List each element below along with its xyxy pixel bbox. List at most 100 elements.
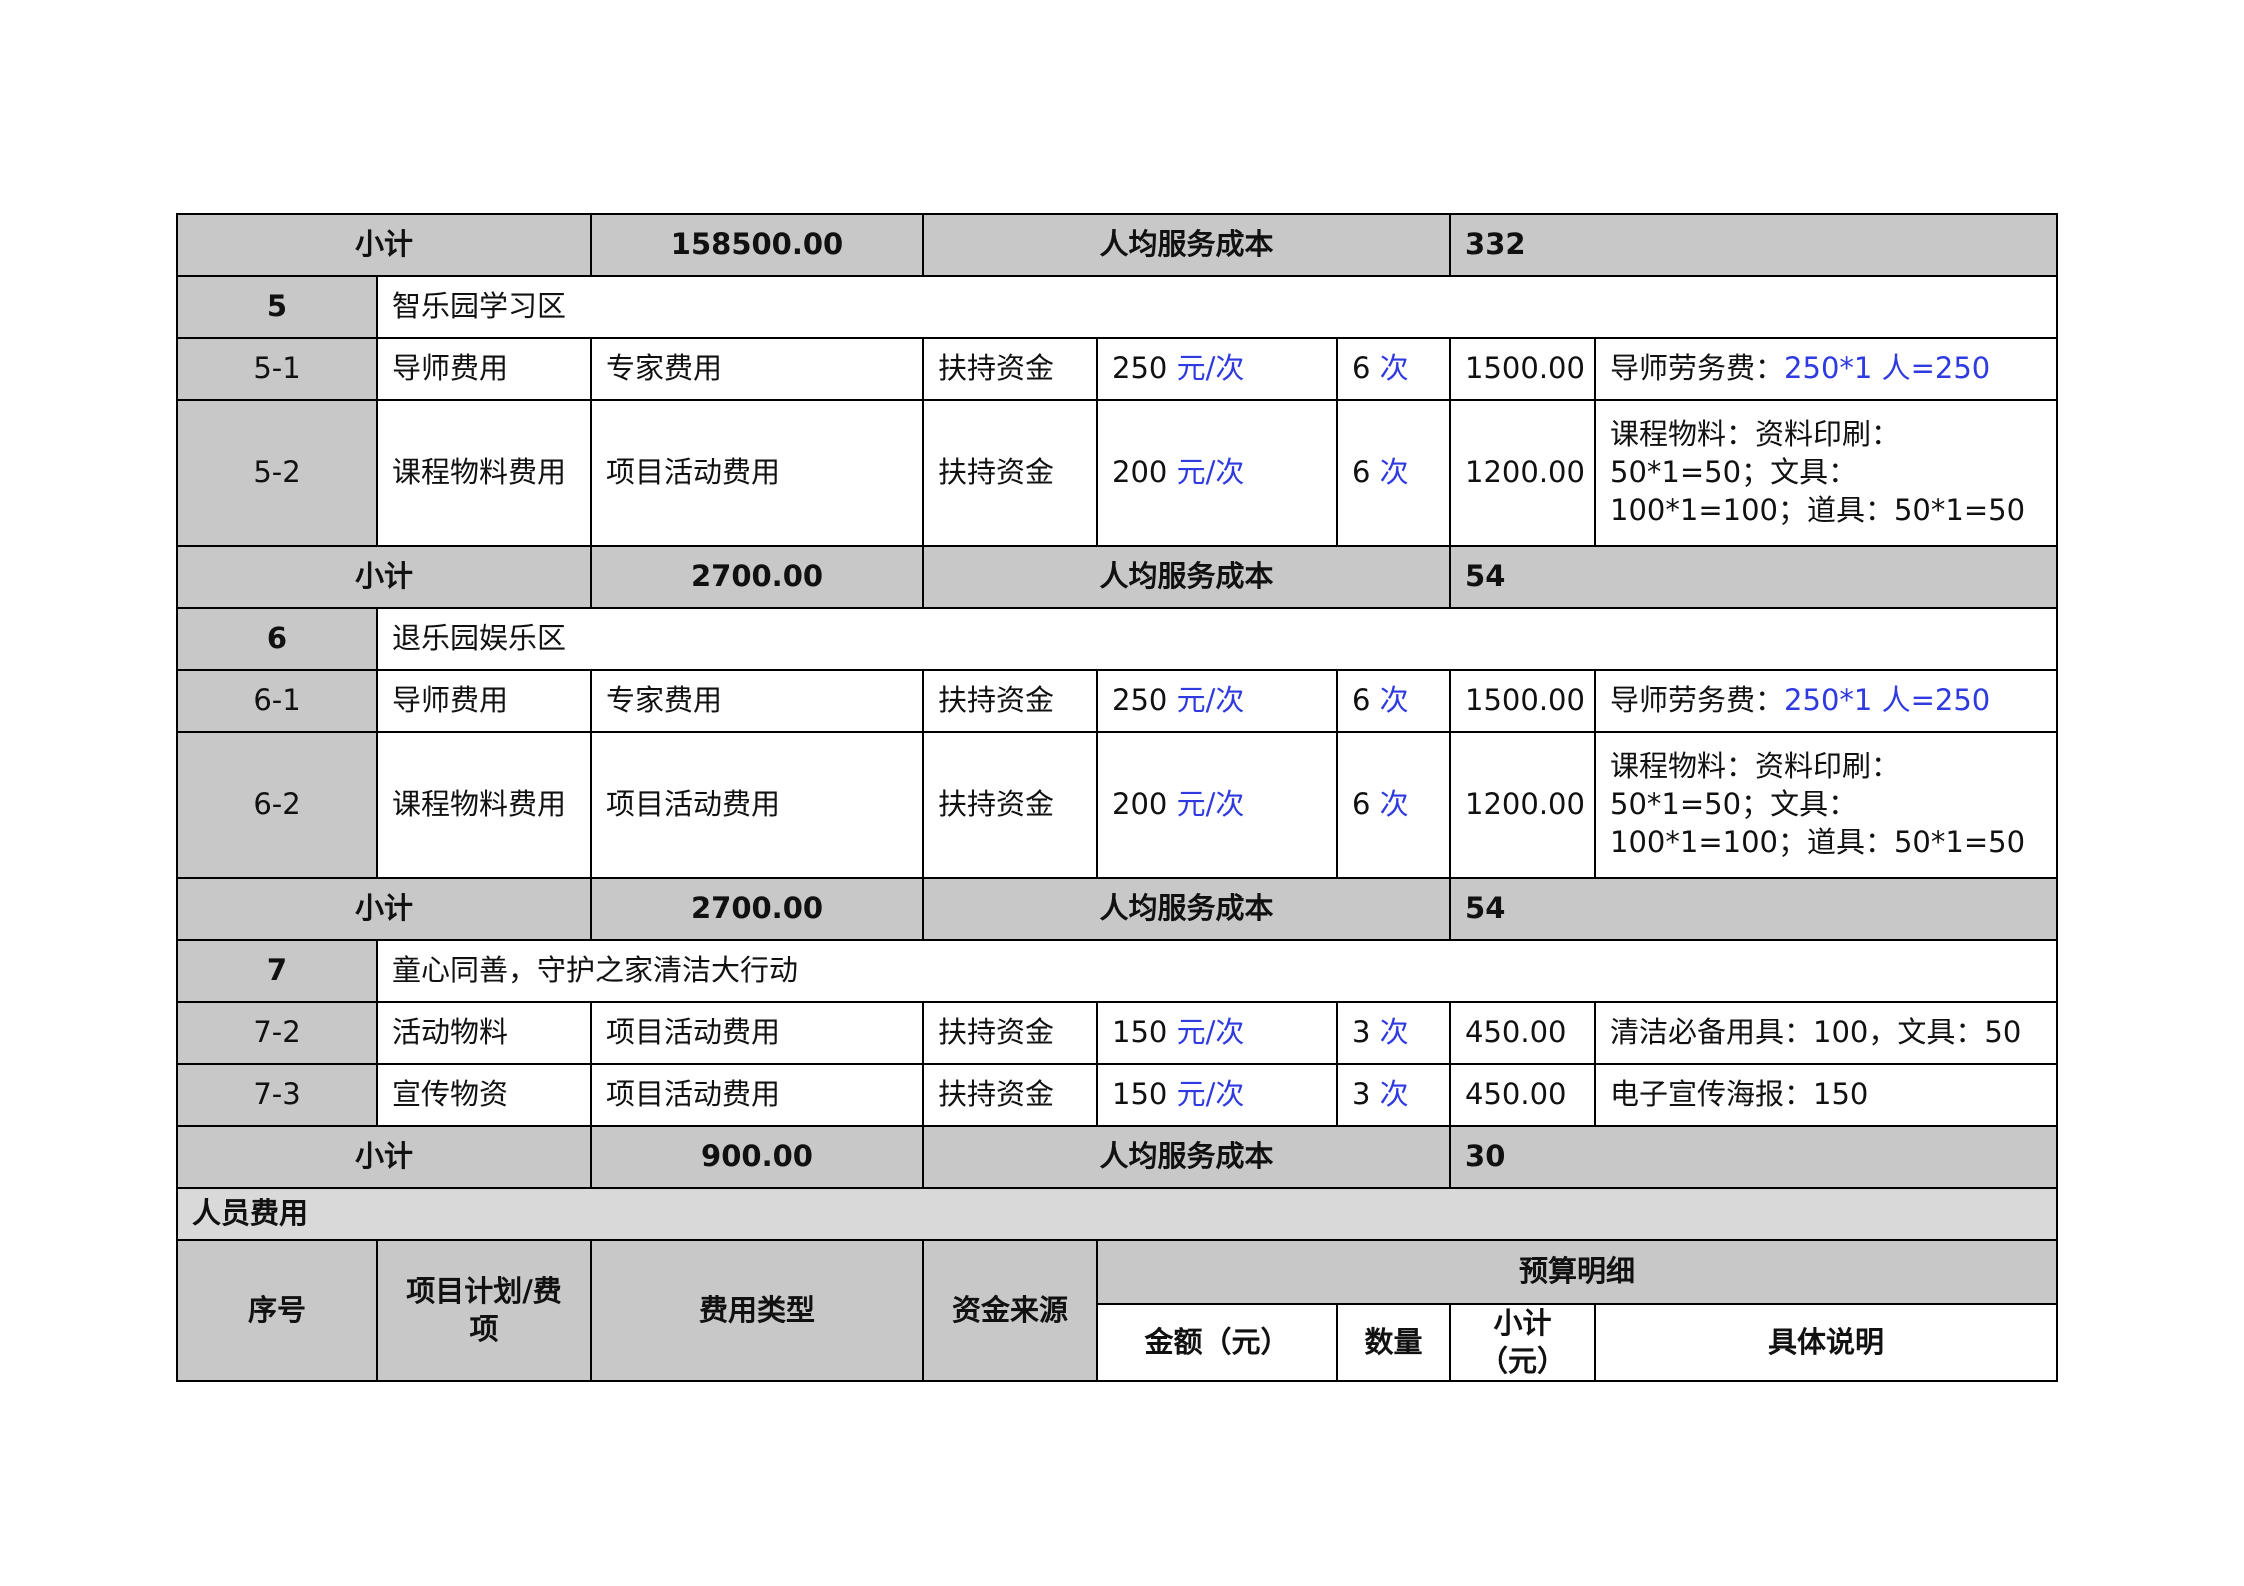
section-title: 退乐园娱乐区 (375, 607, 2059, 671)
price-unit: 元/次 (1167, 351, 1245, 386)
header-source: 资金来源 (922, 1238, 1099, 1383)
per-capita-cost-label: 人均服务成本 (922, 1125, 1452, 1189)
section-index: 6 (176, 607, 378, 671)
subtotal-label: 小计 (175, 213, 593, 277)
header-type: 费用类型 (590, 1238, 925, 1383)
subtotal-amount: 2700.00 (590, 545, 925, 609)
qty-unit: 次 (1370, 1077, 1409, 1112)
desc-text: 导师劳务费： (1610, 683, 1785, 718)
row-type: 项目活动费用 (590, 731, 925, 879)
row-description: 课程物料：资料印刷：50*1=50；文具：100*1=100；道具：50*1=5… (1594, 399, 2059, 547)
price-unit: 元/次 (1167, 683, 1245, 718)
per-capita-cost-value: 332 (1449, 213, 2059, 277)
price-value: 200 (1112, 455, 1168, 490)
desc-text: 导师劳务费： (1610, 351, 1785, 386)
qty-value: 6 (1352, 455, 1371, 490)
row-qty: 3 次 (1336, 1001, 1452, 1065)
row-subtotal: 450.00 (1449, 1001, 1597, 1065)
table-row: 6-2 课程物料费用 项目活动费用 扶持资金 200 元/次 6 次 1200.… (176, 731, 2059, 879)
row-price: 150 元/次 (1096, 1001, 1339, 1065)
row-id: 7-3 (176, 1063, 378, 1127)
row-description: 电子宣传海报：150 (1594, 1063, 2059, 1127)
table-row: 7-2 活动物料 项目活动费用 扶持资金 150 元/次 3 次 450.00 … (176, 1001, 2059, 1065)
budget-table: 小计 158500.00 人均服务成本 332 5 智乐园学习区 5-1 导师费… (175, 213, 2059, 1383)
per-capita-cost-label: 人均服务成本 (922, 213, 1452, 277)
row-price: 200 元/次 (1096, 731, 1339, 879)
header-desc: 具体说明 (1594, 1302, 2059, 1383)
section-index: 7 (176, 939, 378, 1003)
row-id: 7-2 (176, 1001, 378, 1065)
row-source: 扶持资金 (922, 1001, 1099, 1065)
price-value: 250 (1112, 351, 1168, 386)
subtotal-label: 小计 (175, 545, 593, 609)
row-description: 课程物料：资料印刷：50*1=50；文具：100*1=100；道具：50*1=5… (1594, 731, 2059, 879)
section-title: 童心同善，守护之家清洁大行动 (375, 939, 2059, 1003)
row-item: 课程物料费用 (375, 399, 593, 547)
table-row: 7-3 宣传物资 项目活动费用 扶持资金 150 元/次 3 次 450.00 … (176, 1063, 2059, 1127)
qty-unit: 次 (1370, 1015, 1409, 1050)
subtotal-row: 小计 900.00 人均服务成本 30 (175, 1125, 2059, 1189)
qty-unit: 次 (1370, 351, 1409, 386)
qty-unit: 次 (1370, 787, 1409, 822)
table-row: 5-1 导师费用 专家费用 扶持资金 250 元/次 6 次 1500.00 导… (176, 337, 2059, 401)
row-type: 专家费用 (590, 337, 925, 401)
row-id: 6-2 (176, 731, 378, 879)
subtotal-row: 小计 2700.00 人均服务成本 54 (175, 545, 2059, 609)
row-item: 导师费用 (375, 669, 593, 733)
subtotal-label: 小计 (175, 877, 593, 941)
row-description: 导师劳务费：250*1 人=250 (1594, 337, 2059, 401)
row-price: 200 元/次 (1096, 399, 1339, 547)
row-price: 250 元/次 (1096, 337, 1339, 401)
qty-unit: 次 (1370, 455, 1409, 490)
row-item: 导师费用 (375, 337, 593, 401)
row-type: 专家费用 (590, 669, 925, 733)
subtotal-amount: 2700.00 (590, 877, 925, 941)
row-type: 项目活动费用 (590, 1063, 925, 1127)
per-capita-cost-value: 30 (1449, 1125, 2059, 1189)
row-subtotal: 1500.00 (1449, 337, 1597, 401)
header-item: 项目计划/费项 (375, 1238, 593, 1383)
row-source: 扶持资金 (922, 399, 1099, 547)
row-source: 扶持资金 (922, 337, 1099, 401)
row-id: 5-1 (176, 337, 378, 401)
personnel-section-title: 人员费用 (175, 1187, 2059, 1241)
qty-value: 6 (1352, 351, 1371, 386)
section-index: 5 (176, 275, 378, 339)
price-unit: 元/次 (1167, 787, 1245, 822)
row-source: 扶持资金 (922, 731, 1099, 879)
qty-value: 6 (1352, 683, 1371, 718)
desc-highlight: 250*1 人=250 (1784, 351, 1991, 386)
row-source: 扶持资金 (922, 1063, 1099, 1127)
subtotal-row: 小计 158500.00 人均服务成本 332 (175, 213, 2059, 277)
header-index: 序号 (176, 1238, 378, 1383)
row-subtotal: 1200.00 (1449, 731, 1597, 879)
price-unit: 元/次 (1167, 1015, 1245, 1050)
section-title: 智乐园学习区 (375, 275, 2059, 339)
qty-value: 6 (1352, 787, 1371, 822)
section-header-row: 7 童心同善，守护之家清洁大行动 (176, 939, 2059, 1003)
price-value: 150 (1112, 1077, 1168, 1112)
subtotal-amount: 900.00 (590, 1125, 925, 1189)
row-subtotal: 450.00 (1449, 1063, 1597, 1127)
row-qty: 6 次 (1336, 337, 1452, 401)
personnel-section-row: 人员费用 (175, 1187, 2059, 1241)
header-qty: 数量 (1336, 1302, 1452, 1383)
row-subtotal: 1500.00 (1449, 669, 1597, 733)
desc-highlight: 250*1 人=250 (1784, 683, 1991, 718)
table-row: 5-2 课程物料费用 项目活动费用 扶持资金 200 元/次 6 次 1200.… (176, 399, 2059, 547)
row-description: 清洁必备用具：100，文具：50 (1594, 1001, 2059, 1065)
qty-value: 3 (1352, 1015, 1371, 1050)
row-type: 项目活动费用 (590, 1001, 925, 1065)
row-item: 宣传物资 (375, 1063, 593, 1127)
row-price: 250 元/次 (1096, 669, 1339, 733)
header-row: 序号 项目计划/费项 费用类型 资金来源 预算明细 (176, 1238, 2059, 1383)
section-header-row: 6 退乐园娱乐区 (176, 607, 2059, 671)
row-id: 6-1 (176, 669, 378, 733)
row-price: 150 元/次 (1096, 1063, 1339, 1127)
header-amount: 金额（元） (1096, 1302, 1339, 1383)
subtotal-row: 小计 2700.00 人均服务成本 54 (175, 877, 2059, 941)
per-capita-cost-value: 54 (1449, 545, 2059, 609)
price-value: 150 (1112, 1015, 1168, 1050)
section-header-row: 5 智乐园学习区 (176, 275, 2059, 339)
subtotal-label: 小计 (175, 1125, 593, 1189)
